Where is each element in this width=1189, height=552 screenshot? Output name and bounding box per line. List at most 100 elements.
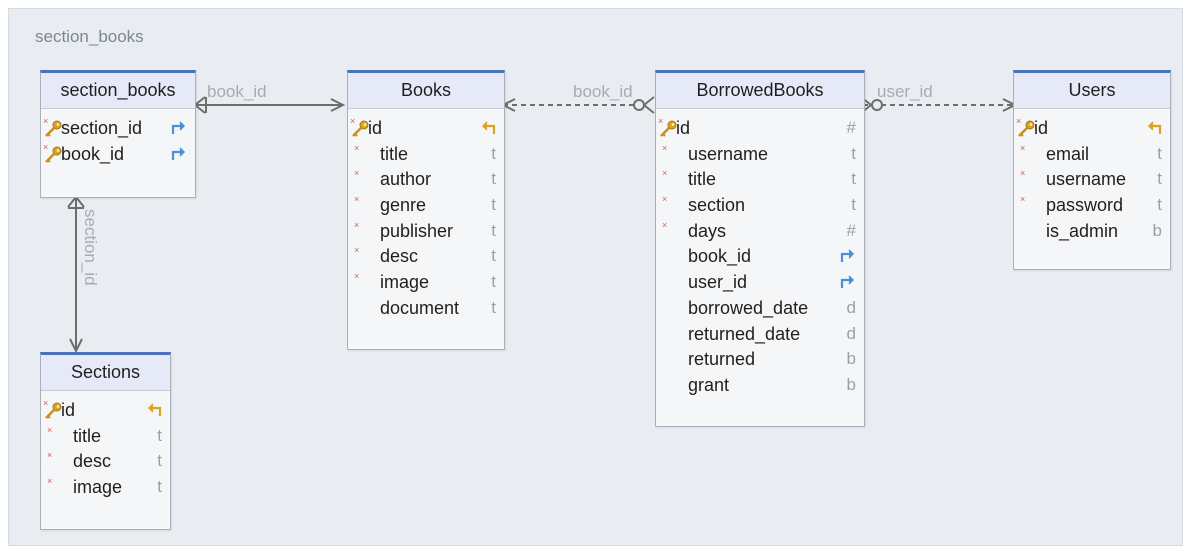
column-name: id (368, 118, 383, 138)
table-header[interactable]: Books (348, 73, 504, 109)
column-type: t (491, 272, 496, 292)
required-mark-icon: × (43, 398, 49, 408)
column-row[interactable]: × password t (1014, 194, 1170, 220)
required-mark-icon: × (47, 476, 53, 487)
column-row[interactable]: × desc t (348, 245, 504, 271)
column-row[interactable]: × email t (1014, 143, 1170, 169)
column-type: t (1157, 143, 1162, 163)
column-row[interactable]: × publisher t (348, 220, 504, 246)
column-list: × id # × username t × title t × section t × days # book… (656, 109, 864, 400)
table-header[interactable]: BorrowedBooks (656, 73, 864, 109)
required-mark-icon: × (354, 219, 360, 230)
column-row[interactable]: × days # (656, 220, 864, 246)
column-row[interactable]: × section_id (41, 117, 195, 143)
column-type: d (846, 323, 856, 343)
column-type: d (846, 297, 856, 317)
column-row[interactable]: × id (41, 399, 170, 425)
column-list: × id × email t × username t × password t is_admin b (1014, 109, 1170, 245)
column-type: t (491, 195, 496, 215)
table-users[interactable]: Users × id × email t × username t × password t is_a… (1013, 70, 1171, 270)
table-sections[interactable]: Sections × id × title t × desc t × image t (40, 352, 171, 530)
column-row[interactable]: × author t (348, 168, 504, 194)
column-row[interactable]: × title t (41, 425, 170, 451)
column-row[interactable]: returned_date d (656, 323, 864, 349)
column-row[interactable]: book_id (656, 245, 864, 271)
referenced-key-icon (480, 120, 496, 141)
relationship-borrowedbooks-to-books[interactable]: book_id (500, 82, 655, 114)
column-name: returned_date (688, 323, 801, 344)
relationship-section-books-to-books[interactable]: book_id (194, 82, 346, 114)
column-name: desc (73, 451, 112, 472)
table-header[interactable]: Users (1014, 73, 1170, 109)
required-mark-icon: × (1020, 168, 1026, 179)
column-name: section_id (61, 118, 143, 138)
column-list: × id × title t × author t × genre t × publisher t × des… (348, 109, 504, 323)
foreign-key-icon (840, 274, 856, 295)
relationship-section-books-to-sections[interactable]: section_id (67, 196, 100, 354)
table-borrowedbooks[interactable]: BorrowedBooks × id # × username t × title t × sect… (655, 70, 865, 427)
column-list: × id × title t × desc t × image t (41, 391, 170, 502)
column-row[interactable]: is_admin b (1014, 220, 1170, 246)
column-row[interactable]: × title t (656, 168, 864, 194)
column-name: user_id (688, 272, 748, 293)
column-name: id (676, 118, 691, 138)
column-row[interactable]: × title t (348, 143, 504, 169)
link-label-book-id: book_id (207, 82, 267, 101)
column-row[interactable]: grant b (656, 374, 864, 400)
required-mark-icon: × (43, 116, 49, 126)
foreign-key-icon (840, 248, 856, 269)
column-type: b (846, 349, 856, 369)
column-row[interactable]: × id (348, 117, 504, 143)
column-name: title (380, 143, 409, 164)
column-name: image (73, 477, 123, 498)
column-row[interactable]: × id # (656, 117, 864, 143)
column-name: username (1046, 169, 1127, 190)
column-name: author (380, 169, 432, 190)
column-row[interactable]: × desc t (41, 450, 170, 476)
foreign-key-icon (171, 146, 187, 167)
column-row[interactable]: × genre t (348, 194, 504, 220)
column-name: borrowed_date (688, 297, 809, 318)
link-label-book-id: book_id (573, 82, 633, 101)
required-mark-icon: × (354, 194, 360, 205)
column-type: t (851, 169, 856, 189)
column-type: b (846, 374, 856, 394)
required-mark-icon: × (1016, 116, 1022, 126)
column-row[interactable]: document t (348, 297, 504, 323)
column-type: t (491, 297, 496, 317)
column-name: id (61, 400, 76, 420)
referenced-key-icon (1146, 120, 1162, 141)
column-name: section (688, 195, 746, 216)
table-books[interactable]: Books × id × title t × author t × genre t × publishe… (347, 70, 505, 350)
column-row[interactable]: × username t (1014, 168, 1170, 194)
column-row[interactable]: borrowed_date d (656, 297, 864, 323)
column-name: genre (380, 195, 427, 216)
column-type: t (491, 220, 496, 240)
required-mark-icon: × (1020, 142, 1026, 153)
column-type: t (157, 451, 162, 471)
required-mark-icon: × (354, 271, 360, 282)
foreign-key-icon (171, 120, 187, 141)
table-header[interactable]: Sections (41, 355, 170, 391)
table-section-books[interactable]: section_books × section_id × book_id (40, 70, 196, 198)
column-row[interactable]: × id (1014, 117, 1170, 143)
column-name: document (380, 297, 460, 318)
column-name: id (1034, 118, 1049, 138)
required-mark-icon: × (43, 141, 49, 152)
required-mark-icon: × (354, 142, 360, 153)
column-type: t (491, 169, 496, 189)
column-row[interactable]: × image t (41, 476, 170, 502)
table-header[interactable]: section_books (41, 73, 195, 109)
column-row[interactable]: user_id (656, 271, 864, 297)
column-row[interactable]: returned b (656, 348, 864, 374)
column-name: password (1046, 195, 1124, 216)
relationship-borrowedbooks-to-users[interactable]: user_id (860, 82, 1018, 114)
column-row[interactable]: × book_id (41, 141, 195, 169)
column-type: t (491, 143, 496, 163)
column-row[interactable]: × username t (656, 143, 864, 169)
column-row[interactable]: × image t (348, 271, 504, 297)
column-name: returned (688, 349, 756, 370)
column-row[interactable]: × section t (656, 194, 864, 220)
column-name: is_admin (1046, 220, 1119, 241)
column-name: desc (380, 246, 419, 267)
